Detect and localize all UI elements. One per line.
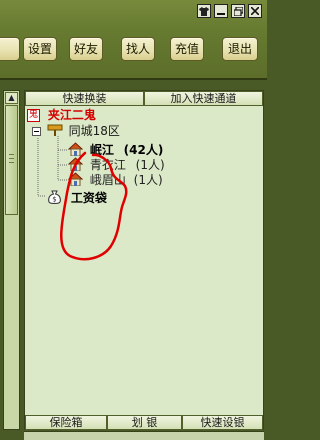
user-row[interactable]: 鬼 夹江二鬼: [27, 108, 96, 122]
settings-button[interactable]: 设置: [23, 37, 57, 61]
channel-item[interactable]: 峨眉山 (1人): [67, 172, 163, 189]
svg-text:$: $: [52, 196, 56, 204]
ghost-badge-icon: 鬼: [27, 109, 40, 122]
top-toolbar: 设置 好友 找人 充值 退出: [0, 0, 267, 80]
city-node-label: 同城18区: [68, 123, 120, 138]
collapse-minus-icon[interactable]: [32, 126, 41, 136]
money-bag-icon: $: [47, 189, 62, 207]
close-icon[interactable]: [248, 4, 262, 18]
city-node[interactable]: 同城18区: [32, 123, 120, 139]
signpost-icon: [47, 123, 63, 139]
user-name: 夹江二鬼: [47, 108, 96, 122]
wage-bag-label: 工资袋: [70, 190, 107, 205]
grip-line: [9, 154, 14, 155]
nav-button-partial[interactable]: [0, 37, 20, 61]
tab-bar: 快速换装 加入快速通道: [25, 91, 263, 106]
channel-name: 青衣江: [89, 158, 126, 172]
tab-add-quick-channel[interactable]: 加入快速通道: [144, 91, 263, 106]
grip-line: [9, 158, 14, 159]
channel-count: (1人): [135, 158, 165, 172]
channel-count: (42人): [123, 143, 164, 157]
channel-tree: 鬼 夹江二鬼 同城18区 岷江 (42人) 青衣江 (1人) 峨眉山 (1人) …: [25, 108, 263, 408]
minimize-icon[interactable]: [214, 4, 228, 18]
left-scrollbar[interactable]: ▲: [3, 90, 20, 430]
restore-icon[interactable]: [231, 4, 245, 18]
grip-line: [9, 162, 14, 163]
shirt-icon[interactable]: [197, 4, 211, 18]
lobby-panel: 快速换装 加入快速通道 鬼 夹江二鬼 同城18区 岷江 (42人) 青衣江 (1…: [24, 90, 264, 430]
friends-button[interactable]: 好友: [69, 37, 103, 61]
house-icon: [67, 172, 84, 189]
recharge-button[interactable]: 充值: [170, 37, 204, 61]
safe-box-button[interactable]: 保险箱: [25, 415, 107, 430]
scroll-thumb[interactable]: [5, 105, 18, 215]
scroll-up-arrow-icon[interactable]: ▲: [5, 92, 18, 104]
tab-quick-switch[interactable]: 快速换装: [25, 91, 144, 106]
channel-name: 岷江: [89, 143, 114, 157]
channel-name: 峨眉山: [89, 173, 126, 187]
transfer-silver-button[interactable]: 划 银: [107, 415, 182, 430]
exit-button[interactable]: 退出: [222, 37, 258, 61]
find-people-button[interactable]: 找人: [121, 37, 155, 61]
channel-count: (1人): [133, 173, 163, 187]
bottom-button-bar: 保险箱 划 银 快速设银: [25, 415, 263, 430]
quick-bank-button[interactable]: 快速设银: [182, 415, 263, 430]
wage-bag-item[interactable]: $ 工资袋: [47, 189, 107, 207]
